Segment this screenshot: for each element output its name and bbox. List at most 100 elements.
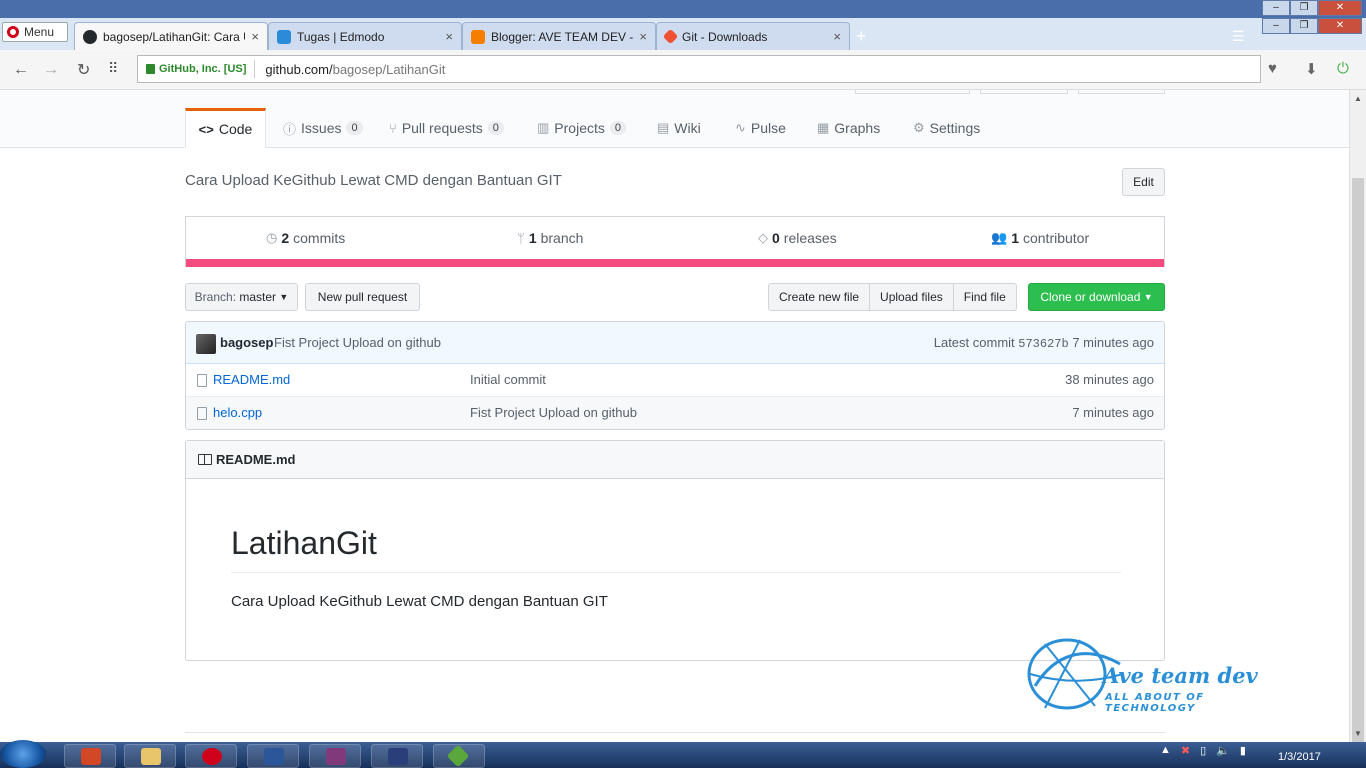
latest-commit-label: Latest commit: [933, 335, 1015, 350]
window-close-icon[interactable]: ✕: [1318, 18, 1362, 34]
tab-settings[interactable]: ⚙ Settings: [913, 108, 980, 148]
scrollbar-thumb[interactable]: [1352, 178, 1364, 754]
create-new-file-button[interactable]: Create new file: [768, 283, 871, 311]
commits-link[interactable]: ◷ 2 commits: [266, 230, 345, 246]
blogger-favicon-icon: [471, 29, 485, 44]
window-close-icon[interactable]: ✕: [1318, 0, 1362, 16]
opera-menu-button[interactable]: Menu: [2, 22, 68, 42]
taskbar-onenote[interactable]: [309, 744, 361, 768]
clone-or-download-button[interactable]: Clone or download ▼: [1028, 283, 1165, 311]
scroll-down-icon[interactable]: ▼: [1354, 729, 1362, 738]
network-icon[interactable]: ✖: [1181, 744, 1190, 757]
releases-label: releases: [783, 230, 837, 246]
releases-count: 0: [772, 230, 780, 246]
tab-title: Git - Downloads: [682, 29, 768, 44]
readme-box: README.md LatihanGit Cara Upload KeGithu…: [185, 440, 1165, 661]
tab-projects-label: Projects: [554, 120, 605, 136]
vpn-icon[interactable]: ⏻: [1337, 60, 1349, 77]
taskbar-app[interactable]: [433, 744, 485, 768]
issues-count: 0: [346, 121, 363, 135]
edit-description-button[interactable]: Edit: [1122, 168, 1165, 196]
minimize-icon[interactable]: –: [1262, 0, 1290, 16]
close-tab-icon[interactable]: ×: [639, 29, 647, 44]
file-age: 7 minutes ago: [1072, 405, 1154, 420]
back-icon[interactable]: ←: [13, 61, 29, 79]
file-name-link[interactable]: README.md: [213, 372, 290, 387]
language-bar[interactable]: [186, 259, 1164, 267]
pull-request-icon: ⑂: [389, 120, 397, 136]
commit-message-link[interactable]: Fist Project Upload on github: [274, 335, 441, 350]
site-identity-badge[interactable]: GitHub, Inc. [US]: [138, 60, 256, 78]
releases-link[interactable]: ◇ 0 releases: [758, 230, 837, 246]
taskbar-word[interactable]: [247, 744, 299, 768]
branch-link[interactable]: ᛘ 1 branch: [517, 230, 583, 246]
github-favicon-icon: [83, 29, 97, 44]
speed-dial-icon[interactable]: ⠿: [108, 60, 118, 77]
book-icon: [198, 454, 212, 465]
start-button[interactable]: [0, 740, 46, 768]
branch-select-button[interactable]: Branch: master ▼: [185, 283, 298, 311]
tab-pulse-label: Pulse: [750, 120, 786, 136]
stash-heart-icon[interactable]: ♥: [1268, 60, 1277, 77]
tab-graphs[interactable]: ▦ Graphs: [817, 108, 880, 148]
header-button-ghost: [980, 90, 1068, 94]
file-name-link[interactable]: helo.cpp: [213, 405, 262, 420]
minimize-icon[interactable]: –: [1262, 18, 1290, 34]
tab-projects[interactable]: ▥ Projects 0: [537, 108, 626, 148]
contributor-label: contributor: [1022, 230, 1090, 246]
tab-wiki-label: Wiki: [674, 120, 701, 136]
page-scrollbar[interactable]: ▲ ▼: [1349, 90, 1366, 754]
pull-requests-count: 0: [487, 121, 504, 135]
tab-menu-icon[interactable]: ☰: [1232, 28, 1245, 45]
file-commit-message-link[interactable]: Fist Project Upload on github: [470, 405, 637, 420]
reload-icon[interactable]: ↻: [77, 60, 90, 80]
browser-tab-git-downloads[interactable]: Git - Downloads ×: [656, 22, 850, 50]
restore-icon[interactable]: ❐: [1290, 18, 1318, 34]
window-controls-outer: – ❐ ✕: [1262, 0, 1362, 16]
tab-issues[interactable]: ⓘ Issues 0: [283, 108, 363, 148]
commit-sha-link[interactable]: 573627b: [1018, 337, 1068, 351]
tab-wiki[interactable]: ▤ Wiki: [657, 108, 701, 148]
tab-pulse[interactable]: ∿ Pulse: [735, 108, 786, 148]
watermark-subtitle: ALL ABOUT OF TECHNOLOGY: [1105, 692, 1205, 714]
taskbar-explorer[interactable]: [124, 744, 176, 768]
show-hidden-icons-icon[interactable]: ▲: [1160, 744, 1171, 757]
forward-icon[interactable]: →: [43, 61, 59, 79]
branch-prefix: Branch:: [194, 290, 237, 304]
new-pull-request-button[interactable]: New pull request: [305, 283, 420, 311]
tab-code[interactable]: <> Code: [185, 108, 266, 148]
browser-tab-github[interactable]: bagosep/LatihanGit: Cara U ×: [74, 22, 268, 50]
upload-files-button[interactable]: Upload files: [869, 283, 954, 311]
url-field[interactable]: GitHub, Inc. [US] github.com/bagosep/Lat…: [137, 55, 1261, 83]
tab-pull-requests[interactable]: ⑂ Pull requests 0: [389, 108, 504, 148]
caret-down-icon: ▼: [279, 292, 289, 302]
taskbar-powerpoint[interactable]: [64, 744, 116, 768]
download-icon[interactable]: ⬇: [1305, 60, 1318, 78]
contributors-link[interactable]: 👥 1 contributor: [991, 230, 1089, 246]
avatar[interactable]: [196, 334, 216, 354]
volume-icon[interactable]: 🔈: [1216, 744, 1230, 757]
tab-issues-label: Issues: [301, 120, 342, 136]
powerpoint-icon: [81, 748, 101, 765]
restore-icon[interactable]: ❐: [1290, 0, 1318, 16]
taskbar-opera[interactable]: [185, 744, 237, 768]
browser-tab-blogger[interactable]: Blogger: AVE TEAM DEV - ×: [462, 22, 656, 50]
usb-icon[interactable]: ▯: [1200, 744, 1206, 757]
folder-icon: [141, 748, 161, 765]
new-tab-button[interactable]: +: [856, 26, 867, 47]
header-button-ghost: [855, 90, 970, 94]
browser-tab-edmodo[interactable]: Tugas | Edmodo ×: [268, 22, 462, 50]
branch-count: 1: [528, 230, 537, 246]
taskbar-app[interactable]: [371, 744, 423, 768]
signal-icon[interactable]: ▮: [1240, 744, 1246, 757]
branch-icon: ᛘ: [517, 230, 525, 246]
footer-divider: [185, 732, 1165, 733]
close-tab-icon[interactable]: ×: [445, 29, 453, 44]
close-tab-icon[interactable]: ×: [833, 29, 841, 44]
find-file-button[interactable]: Find file: [952, 283, 1017, 311]
taskbar-date[interactable]: 1/3/2017: [1278, 751, 1321, 763]
commit-author-link[interactable]: bagosep: [220, 335, 273, 350]
scroll-up-icon[interactable]: ▲: [1354, 94, 1362, 103]
file-commit-message-link[interactable]: Initial commit: [470, 372, 546, 387]
close-tab-icon[interactable]: ×: [251, 29, 259, 44]
